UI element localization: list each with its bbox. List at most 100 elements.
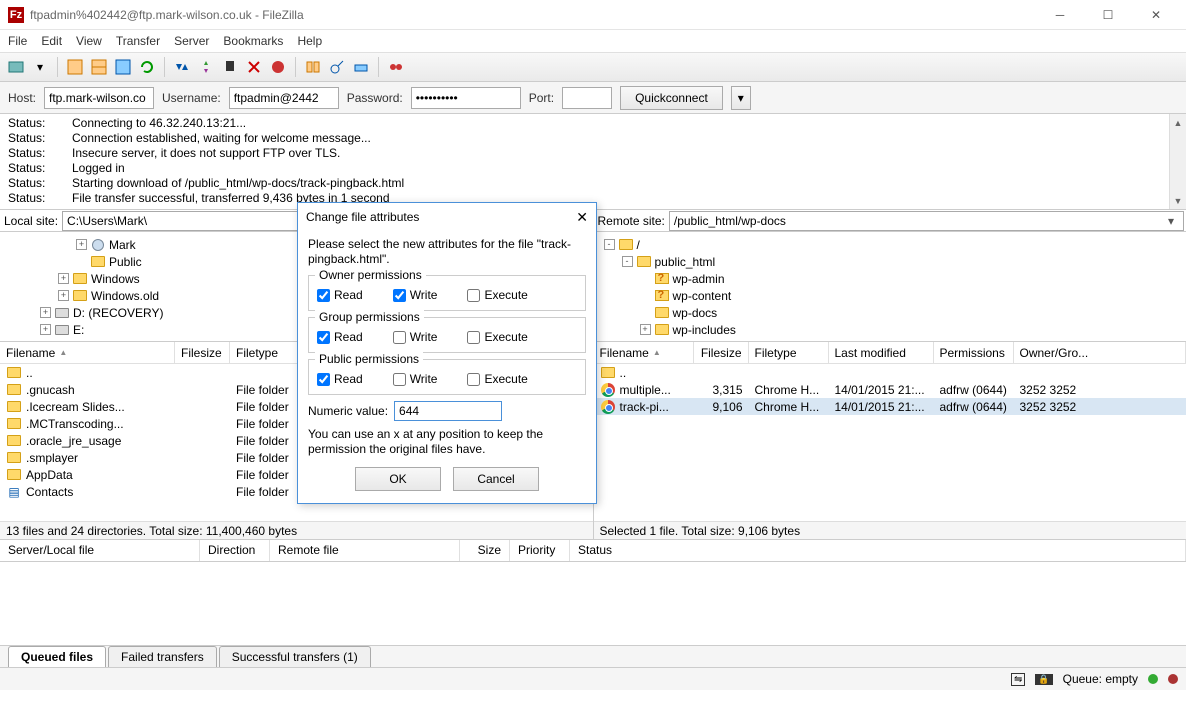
tree-label: wp-docs bbox=[673, 306, 718, 320]
expand-icon[interactable]: - bbox=[604, 239, 615, 250]
tree-item[interactable]: + wp-includes bbox=[596, 321, 1185, 338]
read-checkbox[interactable]: Read bbox=[317, 372, 363, 386]
file-attributes-dialog: Change file attributes ✕ Please select t… bbox=[297, 202, 597, 504]
reconnect-icon[interactable] bbox=[244, 57, 264, 77]
col-r-filename[interactable]: Filename▲ bbox=[594, 342, 694, 363]
dropdown-icon[interactable]: ▾ bbox=[30, 57, 50, 77]
remote-tree[interactable]: -/-public_htmlwp-adminwp-contentwp-docs+… bbox=[594, 232, 1186, 342]
qcol-direction[interactable]: Direction bbox=[200, 540, 270, 561]
read-checkbox[interactable]: Read bbox=[317, 288, 363, 302]
qcol-remote[interactable]: Remote file bbox=[270, 540, 460, 561]
execute-checkbox[interactable]: Execute bbox=[467, 372, 527, 386]
execute-checkbox[interactable]: Execute bbox=[467, 330, 527, 344]
minimize-button[interactable]: ─ bbox=[1038, 1, 1082, 29]
expand-icon[interactable]: + bbox=[640, 324, 651, 335]
tree-item[interactable]: -/ bbox=[596, 236, 1185, 253]
lock-icon: 🔒 bbox=[1035, 674, 1052, 685]
menu-server[interactable]: Server bbox=[174, 34, 209, 48]
col-r-modified[interactable]: Last modified bbox=[829, 342, 934, 363]
username-input[interactable] bbox=[229, 87, 339, 109]
list-item[interactable]: multiple...3,315Chrome H...14/01/2015 21… bbox=[594, 381, 1186, 398]
tab-failed[interactable]: Failed transfers bbox=[108, 646, 217, 667]
log-label: Status: bbox=[8, 191, 58, 206]
search-icon[interactable] bbox=[386, 57, 406, 77]
expand-icon[interactable]: + bbox=[58, 273, 69, 284]
quickconnect-button[interactable]: Quickconnect bbox=[620, 86, 723, 110]
menu-bookmarks[interactable]: Bookmarks bbox=[223, 34, 283, 48]
host-input[interactable] bbox=[44, 87, 154, 109]
site-manager-icon[interactable] bbox=[6, 57, 26, 77]
tab-queued[interactable]: Queued files bbox=[8, 646, 106, 667]
remote-site-input[interactable]: /public_html/wp-docs▾ bbox=[669, 211, 1184, 231]
tree-label: wp-content bbox=[673, 289, 732, 303]
col-filename[interactable]: Filename▲ bbox=[0, 342, 175, 363]
compare-icon[interactable] bbox=[327, 57, 347, 77]
ok-button[interactable]: OK bbox=[355, 467, 441, 491]
expand-icon[interactable]: - bbox=[622, 256, 633, 267]
tree-item[interactable]: - public_html bbox=[596, 253, 1185, 270]
menu-transfer[interactable]: Transfer bbox=[116, 34, 160, 48]
toggle-log-icon[interactable] bbox=[65, 57, 85, 77]
qcol-priority[interactable]: Priority bbox=[510, 540, 570, 561]
menu-file[interactable]: File bbox=[8, 34, 27, 48]
numeric-input[interactable] bbox=[394, 401, 502, 421]
expand-icon[interactable]: + bbox=[40, 307, 51, 318]
write-checkbox[interactable]: Write bbox=[393, 372, 438, 386]
process-queue-icon[interactable] bbox=[172, 57, 192, 77]
read-checkbox[interactable]: Read bbox=[317, 330, 363, 344]
write-checkbox[interactable]: Write bbox=[393, 288, 438, 302]
scroll-up-icon[interactable]: ▲ bbox=[1170, 114, 1186, 131]
remote-list[interactable]: ..multiple...3,315Chrome H...14/01/2015 … bbox=[594, 364, 1186, 521]
password-input[interactable] bbox=[411, 87, 521, 109]
col-r-owner[interactable]: Owner/Gro... bbox=[1014, 342, 1186, 363]
qcol-size[interactable]: Size bbox=[460, 540, 510, 561]
tree-item[interactable]: wp-content bbox=[596, 287, 1185, 304]
port-label: Port: bbox=[529, 91, 554, 105]
log-message: Starting download of /public_html/wp-doc… bbox=[72, 176, 404, 191]
expand-icon[interactable]: + bbox=[76, 239, 87, 250]
tab-success[interactable]: Successful transfers (1) bbox=[219, 646, 371, 667]
tree-label: public_html bbox=[655, 255, 716, 269]
col-r-permissions[interactable]: Permissions bbox=[934, 342, 1014, 363]
expand-icon[interactable]: + bbox=[40, 324, 51, 335]
list-item[interactable]: .. bbox=[594, 364, 1186, 381]
message-log: Status:Connecting to 46.32.240.13:21...S… bbox=[0, 114, 1186, 210]
remote-site-label: Remote site: bbox=[594, 214, 669, 228]
toggle-queue-icon[interactable] bbox=[113, 57, 133, 77]
cancel-icon[interactable] bbox=[196, 57, 216, 77]
disconnect-icon[interactable] bbox=[220, 57, 240, 77]
qcol-server[interactable]: Server/Local file bbox=[0, 540, 200, 561]
menu-view[interactable]: View bbox=[76, 34, 102, 48]
log-message: Insecure server, it does not support FTP… bbox=[72, 146, 340, 161]
username-label: Username: bbox=[162, 91, 221, 105]
execute-checkbox[interactable]: Execute bbox=[467, 288, 527, 302]
dialog-intro: Please select the new attributes for the… bbox=[308, 237, 586, 267]
sync-icon[interactable] bbox=[351, 57, 371, 77]
menubar: File Edit View Transfer Server Bookmarks… bbox=[0, 30, 1186, 52]
refresh-icon[interactable] bbox=[137, 57, 157, 77]
list-item[interactable]: track-pi...9,106Chrome H...14/01/2015 21… bbox=[594, 398, 1186, 415]
tree-item[interactable]: wp-admin bbox=[596, 270, 1185, 287]
scroll-down-icon[interactable]: ▼ bbox=[1170, 192, 1186, 209]
close-button[interactable]: ✕ bbox=[1134, 1, 1178, 29]
qcol-status[interactable]: Status bbox=[570, 540, 1186, 561]
group-title: Public permissions bbox=[315, 352, 423, 366]
tree-label: wp-includes bbox=[673, 323, 736, 337]
expand-icon[interactable]: + bbox=[58, 290, 69, 301]
write-checkbox[interactable]: Write bbox=[393, 330, 438, 344]
col-r-filetype[interactable]: Filetype bbox=[749, 342, 829, 363]
cancel-button[interactable]: Cancel bbox=[453, 467, 539, 491]
server-icon[interactable] bbox=[268, 57, 288, 77]
col-r-filesize[interactable]: Filesize bbox=[694, 342, 749, 363]
dialog-close-icon[interactable]: ✕ bbox=[576, 209, 588, 226]
menu-help[interactable]: Help bbox=[297, 34, 322, 48]
filter-icon[interactable] bbox=[303, 57, 323, 77]
log-scrollbar[interactable]: ▲ ▼ bbox=[1169, 114, 1186, 209]
tree-item[interactable]: wp-docs bbox=[596, 304, 1185, 321]
col-filesize[interactable]: Filesize bbox=[175, 342, 230, 363]
port-input[interactable] bbox=[562, 87, 612, 109]
toggle-tree-icon[interactable] bbox=[89, 57, 109, 77]
maximize-button[interactable]: ☐ bbox=[1086, 1, 1130, 29]
menu-edit[interactable]: Edit bbox=[41, 34, 62, 48]
quickconnect-dropdown[interactable]: ▾ bbox=[731, 86, 751, 110]
